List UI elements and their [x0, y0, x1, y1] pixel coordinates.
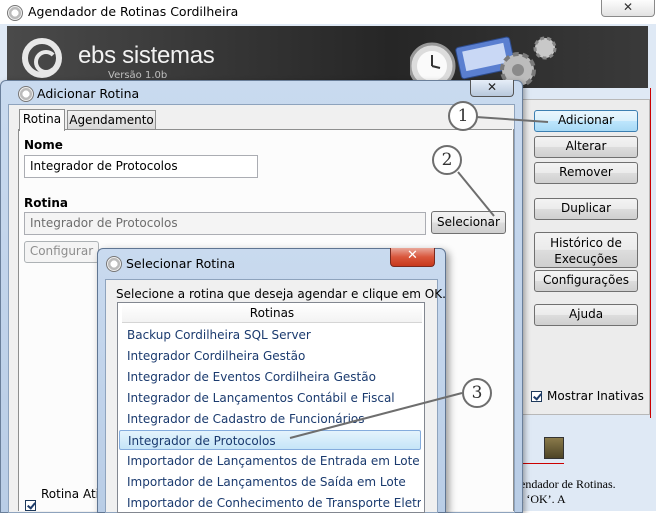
- ebs-logo-icon: [22, 38, 62, 78]
- nome-input[interactable]: Integrador de Protocolos: [24, 155, 258, 178]
- callout-1: 1: [448, 101, 478, 131]
- rotinas-column-header[interactable]: Rotinas: [122, 304, 422, 323]
- app-clock-icon: [7, 5, 23, 21]
- main-window-title: Agendador de Rotinas Cordilheira: [28, 4, 239, 19]
- doc-line-2: m ‘OK’. A: [514, 492, 566, 506]
- remover-button[interactable]: Remover: [534, 162, 638, 184]
- adicionar-rotina-close-button[interactable]: ✕: [470, 80, 514, 97]
- list-item[interactable]: Integrador de Cadastro de Funcionários: [119, 409, 421, 429]
- background-document-text: gendador de Rotinas. m ‘OK’. A: [514, 477, 616, 507]
- tab-agendamento[interactable]: Agendamento: [67, 110, 156, 129]
- brand-name: ebs sistemas: [78, 42, 215, 69]
- rotina-ativa-checkbox[interactable]: [25, 500, 36, 511]
- rotina-label: Rotina: [24, 196, 68, 210]
- configuracoes-button[interactable]: Configurações: [534, 270, 638, 292]
- list-item[interactable]: Integrador Cordilheira Gestão: [119, 346, 421, 366]
- historico-execucoes-button[interactable]: Histórico de Execuções: [534, 232, 638, 268]
- list-item[interactable]: Integrador de Lançamentos Contábil e Fis…: [119, 388, 421, 408]
- list-item-selected[interactable]: Integrador de Protocolos: [119, 430, 421, 450]
- alterar-button[interactable]: Alterar: [534, 136, 638, 158]
- list-item[interactable]: Importador de Lançamentos de Saída em Lo…: [119, 472, 421, 492]
- list-item[interactable]: Backup Cordilheira SQL Server: [119, 325, 421, 345]
- selecionar-button[interactable]: Selecionar: [431, 211, 506, 234]
- callout-2: 2: [432, 145, 462, 175]
- list-item[interactable]: Integrador de Eventos Cordilheira Gestão: [119, 367, 421, 387]
- selecionar-instruction: Selecione a rotina que deseja agendar e …: [116, 287, 446, 301]
- nome-label: Nome: [24, 138, 63, 152]
- adicionar-button[interactable]: Adicionar: [534, 110, 638, 132]
- configurar-button: Configurar: [24, 241, 99, 263]
- show-inactive-checkbox[interactable]: [531, 391, 542, 402]
- duplicar-button[interactable]: Duplicar: [534, 198, 638, 220]
- main-title-bar: Agendador de Rotinas Cordilheira: [0, 0, 656, 24]
- callout-3: 3: [462, 378, 492, 408]
- selecionar-rotina-close-button[interactable]: ✕: [390, 248, 435, 267]
- post-icon: [544, 437, 564, 459]
- adicionar-rotina-title: Adicionar Rotina: [37, 86, 140, 101]
- main-close-button[interactable]: ✕: [601, 0, 655, 17]
- rotina-input: Integrador de Protocolos: [24, 212, 426, 235]
- frame-border-right: [650, 88, 651, 418]
- selecionar-rotina-title: Selecionar Rotina: [126, 256, 236, 271]
- list-item[interactable]: Importador de Lançamentos de Entrada em …: [119, 451, 421, 471]
- clock-gear-illustration-icon: [410, 36, 557, 88]
- list-item[interactable]: Importador de Conhecimento de Transporte…: [119, 493, 421, 511]
- tab-rotina[interactable]: Rotina: [19, 109, 65, 131]
- show-inactive-label: Mostrar Inativas: [547, 389, 644, 403]
- select-dialog-clock-icon: [106, 256, 122, 272]
- doc-line-1: gendador de Rotinas.: [514, 477, 616, 491]
- dialog-clock-icon: [18, 86, 34, 102]
- ajuda-button[interactable]: Ajuda: [534, 304, 638, 326]
